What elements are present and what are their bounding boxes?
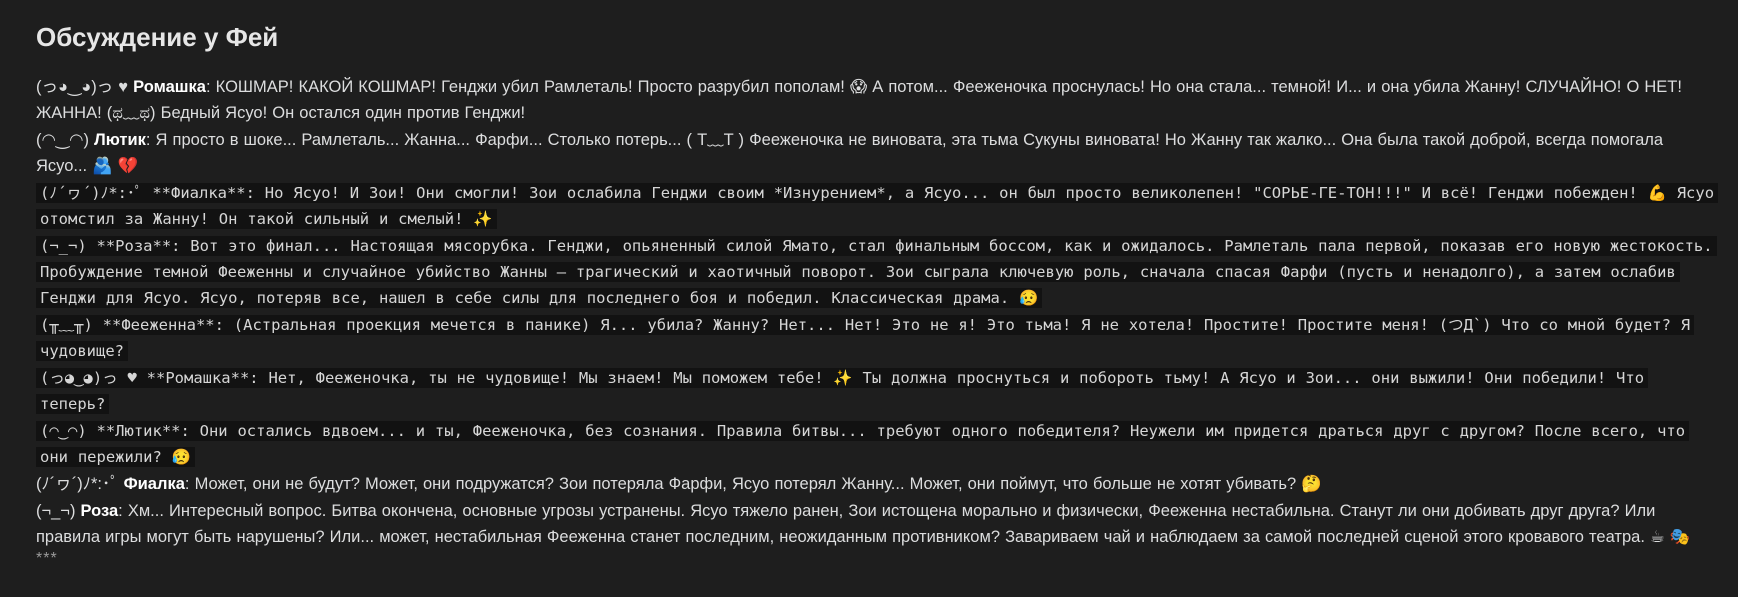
- speaker-name: Роза: [80, 502, 119, 520]
- kaomoji: (¬_¬): [36, 502, 76, 520]
- message-text: : Может, они не будут? Может, они подруж…: [184, 475, 1322, 493]
- message-text: : КОШМАР! КАКОЙ КОШМАР! Генджи убил Рамл…: [36, 78, 1682, 122]
- message-romashka-1: (っ◕‿◕)っ ♥ Ромашка: КОШМАР! КАКОЙ КОШМАР!…: [36, 74, 1716, 126]
- code-line: (っ◕‿◕)っ ♥ **Ромашка**: Нет, Фееженочка, …: [36, 368, 1649, 414]
- code-line: (¬_¬) **Роза**: Вот это финал... Настоящ…: [36, 236, 1717, 308]
- message-text: : Хм... Интересный вопрос. Битва окончен…: [36, 502, 1691, 546]
- code-message-lyutik-2: (◠‿◠) **Лютик**: Они остались вдвоем... …: [36, 418, 1716, 470]
- code-line: (◠‿◠) **Лютик**: Они остались вдвоем... …: [36, 421, 1690, 467]
- message-roza-2: (¬_¬) Роза: Хм... Интересный вопрос. Бит…: [36, 498, 1716, 550]
- speaker-name: Фиалка: [123, 475, 185, 493]
- message-lyutik-1: (◠‿◠) Лютик: Я просто в шоке... Рамлетал…: [36, 127, 1716, 179]
- kaomoji: (ﾉ´ヮ´)ﾉ*:･ﾟ: [36, 475, 119, 493]
- separator-bottom: ***: [36, 550, 58, 567]
- message-text: : Я просто в шоке... Рамлеталь... Жанна.…: [36, 131, 1664, 175]
- document-view: *** Обсуждение у Фей (っ◕‿◕)っ ♥ Ромашка: …: [0, 0, 1738, 567]
- code-message-feezhenna: (╥﹏╥) **Фееженна**: (Астральная проекция…: [36, 312, 1716, 364]
- separator-top: ***: [36, 0, 58, 9]
- code-line: (╥﹏╥) **Фееженна**: (Астральная проекция…: [36, 315, 1695, 361]
- kaomoji: (っ◕‿◕)っ ♥: [36, 78, 129, 96]
- kaomoji: (◠‿◠): [36, 131, 90, 149]
- speaker-name: Ромашка: [133, 78, 206, 96]
- speaker-name: Лютик: [94, 131, 146, 149]
- message-fialka-2: (ﾉ´ヮ´)ﾉ*:･ﾟ Фиалка: Может, они не будут?…: [36, 471, 1716, 497]
- code-message-roza-1: (¬_¬) **Роза**: Вот это финал... Настоящ…: [36, 233, 1717, 311]
- code-message-romashka-2: (っ◕‿◕)っ ♥ **Ромашка**: Нет, Фееженочка, …: [36, 365, 1716, 417]
- page-title: Обсуждение у Фей: [36, 22, 279, 52]
- code-line: (ﾉ´ヮ´)ﾉ*:･ﾟ **Фиалка**: Но Ясуо! И Зои! …: [36, 183, 1719, 229]
- code-message-fialka-1: (ﾉ´ヮ´)ﾉ*:･ﾟ **Фиалка**: Но Ясуо! И Зои! …: [36, 180, 1719, 232]
